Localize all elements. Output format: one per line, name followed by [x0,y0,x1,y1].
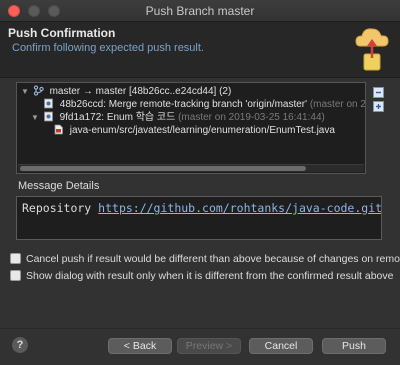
tree-row-commit-2[interactable]: ▼ 9fd1a172: Enum 학습 코드 (master on 2019-0… [31,111,325,124]
push-wizard-icon [355,28,389,71]
show-dialog-option[interactable]: Show dialog with result only when it is … [10,269,394,283]
commit-2-label: 9fd1a172: Enum 학습 코드 [59,112,176,123]
file-path-label: java-enum/src/javatest/learning/enumerat… [69,125,335,136]
scrollbar-thumb[interactable] [20,166,306,171]
cancel-push-checkbox[interactable] [10,253,21,264]
collapse-all-icon[interactable] [373,87,384,98]
commit-1-meta: (master on 2019-03 [309,99,366,110]
horizontal-scrollbar[interactable] [18,164,364,172]
page-title: Push Confirmation [8,26,116,40]
branch-icon [33,85,44,96]
show-dialog-checkbox[interactable] [10,270,21,281]
repository-url-link[interactable]: https://github.com/rohtanks/java-code.gi… [98,201,381,215]
commit-icon [44,98,53,109]
page-subtitle: Confirm following expected push result. [12,42,204,54]
expand-all-icon[interactable] [373,101,384,112]
wizard-header: Push Confirmation Confirm following expe… [0,22,400,78]
push-result-tree[interactable]: ▼ master → master [48b26cc..e24cd44] (2)… [16,82,366,174]
tree-row-file[interactable]: java-enum/src/javatest/learning/enumerat… [53,124,335,137]
commit-1-label: 48b26ccd: Merge remote-tracking branch '… [59,99,308,110]
cancel-button[interactable]: Cancel [249,338,313,354]
commit-icon [43,111,53,122]
title-bar: Push Branch master [0,0,400,22]
push-button[interactable]: Push [322,338,386,354]
cancel-push-option[interactable]: Cancel push if result would be different… [10,252,400,266]
message-prefix: Repository [22,201,99,215]
footer-divider [0,328,400,329]
collapse-arrow-icon[interactable]: ▼ [31,111,40,124]
tree-row-commit-1[interactable]: 48b26ccd: Merge remote-tracking branch '… [43,98,366,111]
preview-button[interactable]: Preview > [177,338,241,354]
help-button[interactable]: ? [12,337,28,353]
collapse-arrow-icon[interactable]: ▼ [21,85,30,98]
show-dialog-label: Show dialog with result only when it is … [26,270,394,282]
ref-update-label: master → master [48b26cc..e24cd44] (2) [49,86,232,97]
tree-row-ref[interactable]: ▼ master → master [48b26cc..e24cd44] (2) [21,85,231,98]
message-details-label: Message Details [18,180,100,192]
commit-2-meta: (master on 2019-03-25 16:41:44) [178,112,325,123]
cancel-push-label: Cancel push if result would be different… [26,253,400,265]
window-title: Push Branch master [145,4,255,18]
back-button[interactable]: < Back [108,338,172,354]
java-file-icon [54,124,63,135]
message-details-text[interactable]: Repository https://github.com/rohtanks/j… [16,196,382,240]
